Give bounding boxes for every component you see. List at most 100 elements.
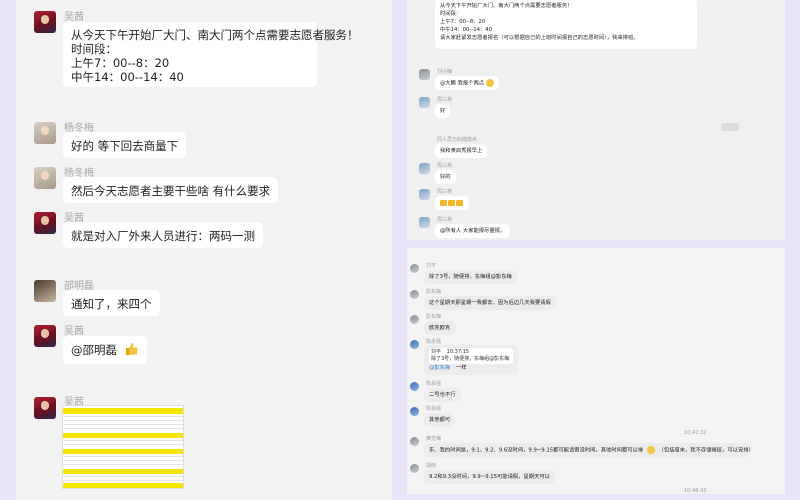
message-bubble[interactable]: 通知了，来四个 bbox=[63, 290, 160, 316]
chat-panel-left[interactable]: 吴茜 从今天下午开始厂大门、南大门两个点需要志愿者服务！ 时间段： 上午7：00… bbox=[16, 0, 392, 500]
message-line: 从今天下午开始厂大门、南大门两个点需要志愿者服务！ bbox=[440, 3, 573, 9]
sheet-row bbox=[63, 456, 183, 457]
message-text-extra: （包括周末，我不存储候班，可以安排） bbox=[658, 447, 754, 454]
sheet-row bbox=[63, 440, 183, 441]
sender-name: 周三英 bbox=[437, 97, 453, 103]
sheet-header-row bbox=[63, 483, 183, 488]
avatar[interactable] bbox=[419, 97, 430, 108]
avatar[interactable] bbox=[34, 397, 56, 419]
sheet-row bbox=[63, 416, 183, 417]
message-bubble[interactable]: 其他都可 bbox=[424, 413, 456, 427]
sender-name: 吴茜 bbox=[64, 326, 84, 337]
sender-name: 彭东梅 bbox=[426, 289, 442, 295]
message-bubble[interactable]: 欧克欧克 bbox=[424, 321, 456, 335]
sheet-row bbox=[63, 460, 183, 461]
sender-name: 周三英 bbox=[437, 217, 453, 223]
message-line: 中午14：00--14：40 bbox=[71, 70, 184, 84]
sender-name: 同人员万的搞技术 bbox=[437, 137, 478, 143]
avatar[interactable] bbox=[410, 264, 419, 273]
message-bubble[interactable]: @邵明磊 bbox=[63, 336, 147, 364]
message-bubble[interactable]: 除了3号，随便排，东梅组@彭东梅 bbox=[424, 270, 517, 284]
avatar[interactable] bbox=[34, 325, 56, 347]
avatar[interactable] bbox=[419, 189, 430, 200]
avatar[interactable] bbox=[410, 464, 419, 473]
chat-panel-bottom-right[interactable]: 刘平 除了3号，随便排，东梅组@彭东梅 彭东梅 这个星期天那星期一我都去，因为后… bbox=[407, 248, 785, 494]
message-text: @大鹏 我报个两点 bbox=[440, 80, 485, 87]
sender-name: 胡晓 bbox=[426, 463, 437, 469]
message-bubble[interactable]: 从今天下午开始厂大门、南大门两个点需要志愿者服务！ 时间段： 上午7：00--8… bbox=[63, 22, 359, 87]
message-bubble[interactable]: 好的 等下回去商量下 bbox=[63, 132, 187, 158]
message-bubble[interactable]: 我和黄启秀报早上 bbox=[435, 144, 488, 158]
message-bubble[interactable]: 9.2和9.3没时间，9.9~9.15可能请假，星期天可以 bbox=[424, 470, 555, 484]
avatar[interactable] bbox=[410, 340, 419, 349]
avatar[interactable] bbox=[419, 69, 430, 80]
message-line: 时间段： bbox=[71, 42, 117, 56]
image-attachment[interactable] bbox=[63, 406, 183, 488]
message-bubble[interactable]: 东、我的时间是，9.1、9.2、9.6没时间，9.9~9.15都可能请假没时间，… bbox=[424, 443, 754, 457]
avatar[interactable] bbox=[419, 163, 430, 174]
sender-name: 黄芝梅 bbox=[426, 436, 442, 442]
mention-link[interactable]: @彭东梅 bbox=[429, 365, 450, 371]
sender-name: 周三英 bbox=[437, 163, 453, 169]
avatar[interactable] bbox=[34, 167, 56, 189]
message-line: 从今天下午开始厂大门、南大门两个点需要志愿者服务！ bbox=[71, 28, 359, 42]
sheet-row bbox=[63, 424, 183, 425]
sheet-header-row bbox=[63, 469, 183, 474]
sender-name: 刘平 bbox=[426, 263, 437, 269]
sender-name: 周三英 bbox=[437, 189, 453, 195]
sender-name: 吴茜 bbox=[64, 12, 84, 23]
mention-text: @邵明磊 bbox=[71, 343, 117, 357]
message-bubble[interactable]: @大鹏 我报个两点 bbox=[435, 76, 499, 90]
sheet-row bbox=[63, 444, 183, 445]
quote-text: 除了3号，随便排，东梅组@彭东梅 bbox=[431, 356, 510, 362]
thumbs-up-icon bbox=[121, 342, 139, 358]
message-bubble[interactable]: 就是对入厂外来人员进行：两码一测 bbox=[63, 222, 263, 248]
avatar[interactable] bbox=[410, 407, 419, 416]
time-chip bbox=[721, 123, 739, 131]
sheet-row bbox=[63, 464, 183, 465]
message-bubble[interactable]: 好的 bbox=[435, 170, 456, 184]
chat-panel-top-right[interactable]: 从今天下午开始厂大门、南大门两个点需要志愿者服务！ 时间段： 上午7：00--8… bbox=[407, 0, 785, 240]
avatar[interactable] bbox=[410, 437, 419, 446]
quote-time: 10:37:15 bbox=[446, 349, 470, 355]
avatar[interactable] bbox=[34, 11, 56, 33]
message-line: 上午7：00--8：20 bbox=[71, 56, 170, 70]
sender-name: 陈永强 bbox=[426, 406, 442, 412]
quoted-message-bubble[interactable]: 刘平 10:37:15 除了3号，随便排，东梅组@彭东梅 @彭东梅 一样 bbox=[424, 345, 518, 375]
message-line: 时间段： bbox=[440, 11, 462, 17]
message-line: 中午14：00--14：40 bbox=[440, 27, 492, 33]
sheet-row bbox=[63, 428, 183, 429]
sheet-row bbox=[63, 476, 183, 477]
message-bubble[interactable]: 这个星期天那星期一我都去，因为后边几天我要请假 bbox=[424, 296, 556, 310]
smile-emoji-icon bbox=[485, 79, 494, 87]
sheet-row bbox=[63, 420, 183, 421]
sender-name: 陈永强 bbox=[426, 381, 442, 387]
message-bubble[interactable]: 好 bbox=[435, 104, 451, 118]
sender-name: 陈永强 bbox=[426, 339, 442, 345]
message-line: 上午7：00--8：20 bbox=[440, 19, 486, 25]
avatar[interactable] bbox=[419, 217, 430, 228]
avatar[interactable] bbox=[410, 382, 419, 391]
sender-name: 刘小梅 bbox=[437, 69, 453, 75]
smile-emoji-icon bbox=[646, 446, 655, 454]
message-text: 东、我的时间是，9.1、9.2、9.6没时间，9.9~9.15都可能请假没时间，… bbox=[429, 447, 644, 454]
sheet-header-row bbox=[63, 433, 183, 438]
avatar[interactable] bbox=[34, 280, 56, 302]
sheet-row bbox=[63, 480, 183, 481]
message-bubble[interactable]: 从今天下午开始厂大门、南大门两个点需要志愿者服务！ 时间段： 上午7：00--8… bbox=[435, 0, 697, 49]
quote-name: 刘平 bbox=[431, 349, 442, 355]
message-bubble[interactable] bbox=[435, 196, 469, 210]
avatar[interactable] bbox=[410, 290, 419, 299]
timestamp: 10:46:43 bbox=[684, 488, 707, 494]
message-bubble[interactable]: 然后今天志愿者主要干些啥 有什么要求 bbox=[63, 177, 279, 203]
message-bubble[interactable]: @所有人 大家能报尽量报。 bbox=[435, 224, 511, 238]
timestamp: 10:42:32 bbox=[684, 430, 707, 436]
message-text: 一样 bbox=[455, 365, 467, 371]
thumbs-up-icon bbox=[440, 199, 464, 210]
avatar[interactable] bbox=[410, 315, 419, 324]
avatar[interactable] bbox=[34, 212, 56, 234]
avatar[interactable] bbox=[34, 122, 56, 144]
quote-block: 刘平 10:37:15 除了3号，随便排，东梅组@彭东梅 bbox=[429, 348, 513, 364]
sender-name: 彭东梅 bbox=[426, 314, 442, 320]
message-bubble[interactable]: 二号也不行 bbox=[424, 388, 461, 402]
